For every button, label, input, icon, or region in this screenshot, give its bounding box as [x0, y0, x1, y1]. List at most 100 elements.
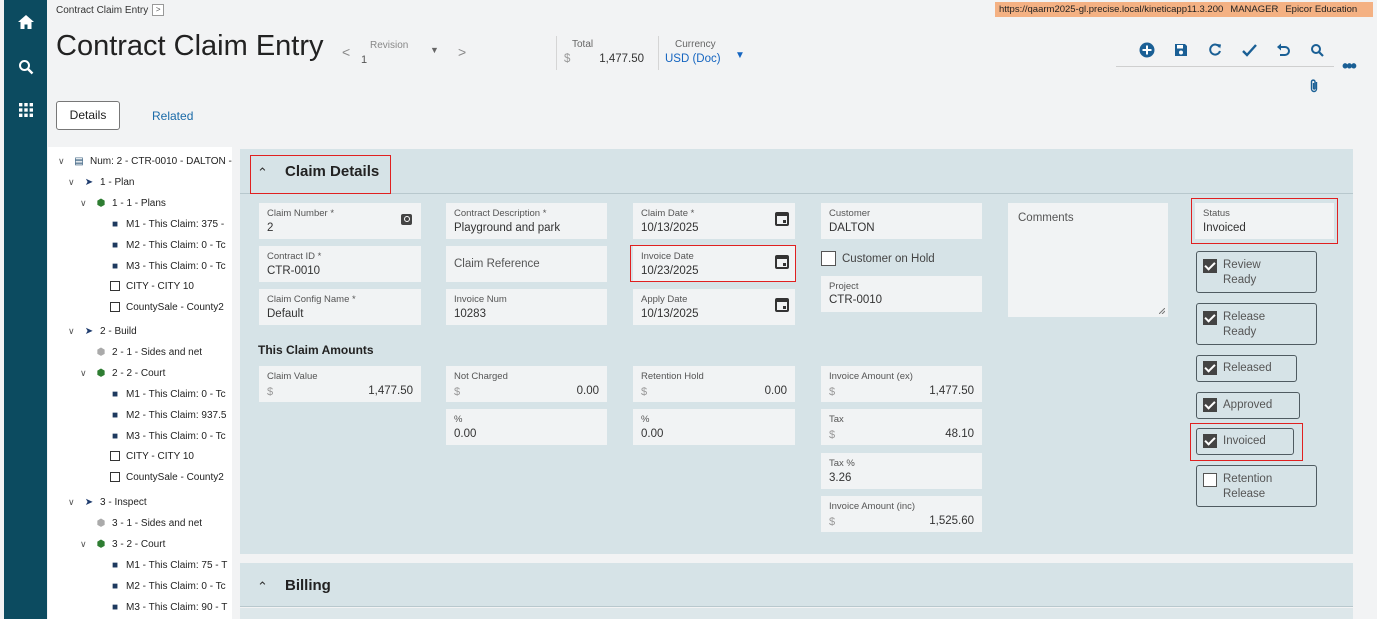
- apps-grid-icon[interactable]: [4, 94, 47, 126]
- collapse-icon[interactable]: ⌃: [257, 579, 268, 595]
- revision-prev-button[interactable]: <: [342, 44, 350, 60]
- tree-node[interactable]: ⬢ 3 - 1 - Sides and net: [94, 515, 202, 531]
- claim-date-value[interactable]: 10/13/2025: [641, 222, 699, 234]
- tree-node[interactable]: ∨ ➤ 2 - Build: [68, 323, 137, 339]
- claim-value-field[interactable]: Claim Value $ 1,477.50: [259, 366, 421, 402]
- apply-date-value[interactable]: 10/13/2025: [641, 308, 699, 320]
- contract-description-field[interactable]: Contract Description * Playground and pa…: [446, 203, 607, 239]
- checkbox-checked-icon[interactable]: [1203, 259, 1217, 273]
- claim-value-value[interactable]: 1,477.50: [368, 385, 413, 397]
- approved-toggle[interactable]: Approved: [1196, 392, 1300, 419]
- clear-icon[interactable]: [1232, 40, 1266, 60]
- checkbox-box[interactable]: [821, 251, 836, 266]
- chevron-down-icon[interactable]: ∨: [58, 156, 72, 167]
- tree-node[interactable]: CITY - CITY 10: [108, 278, 194, 294]
- comments-placeholder[interactable]: Comments: [1018, 212, 1074, 224]
- calendar-icon[interactable]: [775, 298, 789, 312]
- retention-release-toggle[interactable]: Retention Release: [1196, 465, 1317, 507]
- claim-number-field[interactable]: Claim Number * 2: [259, 203, 421, 239]
- breadcrumb-expand-button[interactable]: >: [152, 4, 165, 16]
- tree-node[interactable]: ■ M1 - This Claim: 375 -: [108, 216, 224, 232]
- home-icon[interactable]: [4, 6, 47, 38]
- checkbox-unchecked-icon[interactable]: [1203, 473, 1217, 487]
- chevron-down-icon[interactable]: ∨: [80, 198, 94, 209]
- checkbox-checked-icon[interactable]: [1203, 398, 1217, 412]
- retention-hold-value[interactable]: 0.00: [765, 385, 787, 397]
- tree-node[interactable]: ■ M3 - This Claim: 0 - Tc: [108, 428, 226, 444]
- released-toggle[interactable]: Released: [1196, 355, 1297, 382]
- project-field[interactable]: Project CTR-0010: [821, 276, 982, 312]
- contract-id-field[interactable]: Contract ID * CTR-0010: [259, 246, 421, 282]
- retention-percent-value[interactable]: 0.00: [641, 428, 663, 440]
- invoice-num-value[interactable]: 10283: [454, 308, 486, 320]
- tree-node[interactable]: ∨ ➤ 1 - Plan: [68, 174, 134, 190]
- search-icon[interactable]: [4, 51, 47, 83]
- retention-hold-field[interactable]: Retention Hold $ 0.00: [633, 366, 795, 402]
- tree-node[interactable]: ■ M2 - This Claim: 937.5: [108, 407, 226, 423]
- chevron-down-icon[interactable]: ∨: [68, 177, 82, 188]
- tree-node[interactable]: ∨ ⬢ 1 - 1 - Plans: [80, 195, 166, 211]
- attachment-icon[interactable]: [1309, 78, 1319, 98]
- claim-date-field[interactable]: Claim Date * 10/13/2025: [633, 203, 795, 239]
- tree-node[interactable]: CountySale - County2: [108, 469, 224, 485]
- claim-reference-placeholder[interactable]: Claim Reference: [454, 258, 540, 270]
- save-icon[interactable]: [1164, 40, 1198, 60]
- not-charged-value[interactable]: 0.00: [577, 385, 599, 397]
- refresh-icon[interactable]: [1198, 40, 1232, 60]
- tree-node[interactable]: ■ M2 - This Claim: 0 - Tc: [108, 578, 226, 594]
- add-icon[interactable]: [1130, 40, 1164, 60]
- tree-node[interactable]: ∨ ⬢ 3 - 2 - Court: [80, 536, 165, 552]
- billing-section-header[interactable]: [240, 563, 1353, 607]
- revision-value[interactable]: 1: [361, 54, 367, 66]
- search-icon[interactable]: [1300, 40, 1334, 60]
- tab-details[interactable]: Details: [56, 101, 120, 130]
- tree-node[interactable]: CITY - CITY 10: [108, 448, 194, 464]
- undo-icon[interactable]: [1266, 40, 1300, 60]
- tree-node[interactable]: ■ M3 - This Claim: 0 - Tc: [108, 258, 226, 274]
- tree-node[interactable]: ■ M1 - This Claim: 75 - T: [108, 557, 227, 573]
- tree-node[interactable]: ⬢ 2 - 1 - Sides and net: [94, 344, 202, 360]
- project-value[interactable]: CTR-0010: [829, 294, 882, 306]
- resize-handle-icon[interactable]: [1159, 308, 1165, 314]
- customer-on-hold-checkbox[interactable]: Customer on Hold: [821, 251, 935, 266]
- revision-next-button[interactable]: >: [458, 44, 466, 60]
- tree-node[interactable]: ■ M2 - This Claim: 0 - Tc: [108, 237, 226, 253]
- currency-selector[interactable]: Currency USD (Doc): [665, 39, 721, 65]
- tree-node[interactable]: CountySale - County2: [108, 299, 224, 315]
- contract-id-value[interactable]: CTR-0010: [267, 265, 320, 277]
- review-ready-toggle[interactable]: Review Ready: [1196, 251, 1317, 293]
- contract-description-value[interactable]: Playground and park: [454, 222, 560, 234]
- chevron-down-icon[interactable]: ∨: [80, 539, 94, 550]
- claim-details-header[interactable]: [240, 149, 1353, 194]
- checkbox-checked-icon[interactable]: [1203, 361, 1217, 375]
- claim-reference-field[interactable]: Claim Reference: [446, 246, 607, 282]
- claim-config-field[interactable]: Claim Config Name * Default: [259, 289, 421, 325]
- search-icon[interactable]: [401, 214, 412, 225]
- claim-config-value[interactable]: Default: [267, 308, 303, 320]
- chevron-down-icon[interactable]: ∨: [68, 497, 82, 508]
- claim-number-value[interactable]: 2: [267, 222, 273, 234]
- tree-node[interactable]: ■ M3 - This Claim: 90 - T: [108, 599, 227, 615]
- release-ready-toggle[interactable]: Release Ready: [1196, 303, 1317, 345]
- calendar-icon[interactable]: [775, 212, 789, 226]
- chevron-down-icon[interactable]: ∨: [80, 368, 94, 379]
- checkbox-checked-icon[interactable]: [1203, 311, 1217, 325]
- apply-date-field[interactable]: Apply Date 10/13/2025: [633, 289, 795, 325]
- retention-percent-field[interactable]: % 0.00: [633, 409, 795, 445]
- chevron-down-icon[interactable]: ∨: [68, 326, 82, 337]
- tree-node[interactable]: ■ M1 - This Claim: 0 - Tc: [108, 386, 226, 402]
- comments-field[interactable]: Comments: [1008, 203, 1168, 317]
- not-charged-percent-value[interactable]: 0.00: [454, 428, 476, 440]
- customer-field[interactable]: Customer DALTON: [821, 203, 982, 239]
- tree-node[interactable]: ∨ ➤ 3 - Inspect: [68, 494, 147, 510]
- more-options-icon[interactable]: •••: [1342, 56, 1357, 77]
- not-charged-percent-field[interactable]: % 0.00: [446, 409, 607, 445]
- customer-value[interactable]: DALTON: [829, 222, 875, 234]
- currency-value[interactable]: USD (Doc): [665, 53, 721, 65]
- tree-node[interactable]: ∨ ▤ Num: 2 - CTR-0010 - DALTON -: [58, 153, 232, 169]
- tab-related[interactable]: Related: [152, 109, 193, 123]
- revision-dropdown-icon[interactable]: ▼: [430, 45, 439, 55]
- invoice-num-field[interactable]: Invoice Num 10283: [446, 289, 607, 325]
- not-charged-field[interactable]: Not Charged $ 0.00: [446, 366, 607, 402]
- tree-node[interactable]: ∨ ⬢ 2 - 2 - Court: [80, 365, 165, 381]
